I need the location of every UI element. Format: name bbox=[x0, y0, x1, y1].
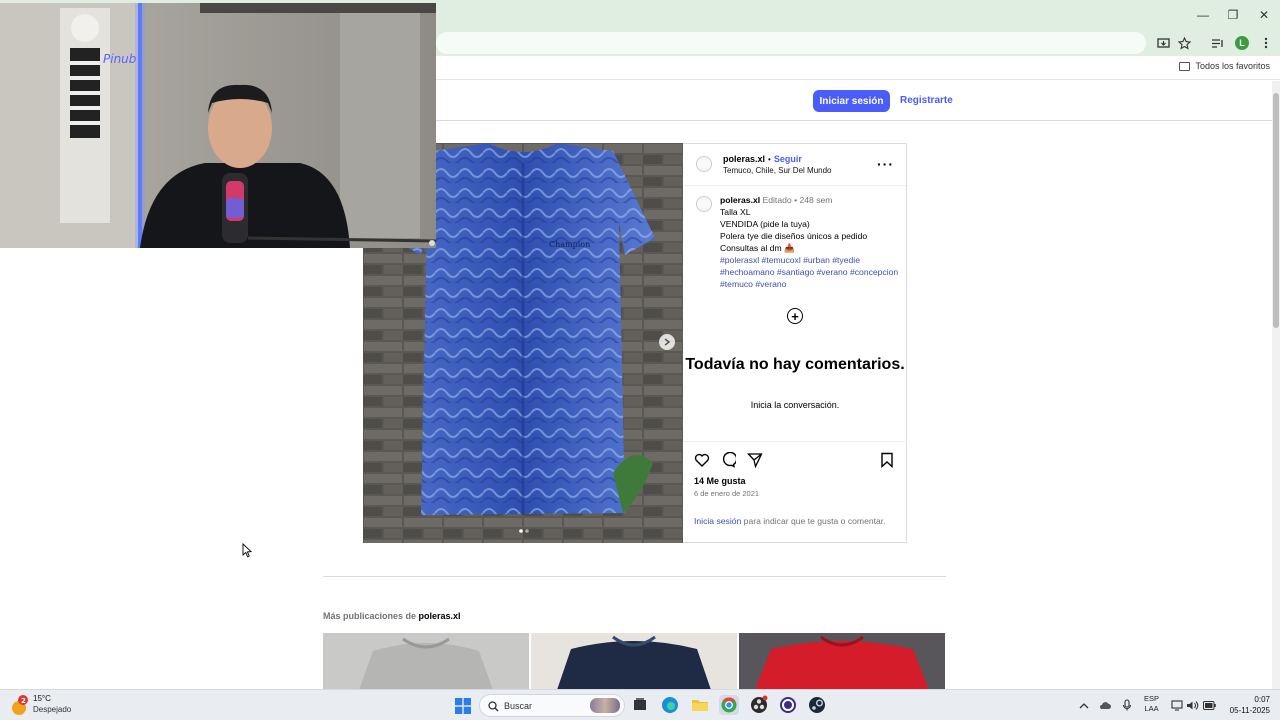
post-age: 248 sem bbox=[799, 195, 833, 205]
microphone-icon[interactable] bbox=[1122, 699, 1132, 711]
screen: — ❐ ✕ L Todos los favoritos Iniciar sesi… bbox=[0, 0, 1280, 720]
language-indicator[interactable]: ESP LAA bbox=[1144, 694, 1159, 714]
register-link[interactable]: Registrarte bbox=[900, 95, 953, 106]
edge-browser-icon[interactable] bbox=[660, 695, 680, 715]
neon-sign-text: Pinub bbox=[103, 52, 137, 66]
post-thumbnail[interactable] bbox=[323, 633, 529, 690]
weather-condition: Despejado bbox=[33, 705, 72, 714]
no-comments-heading: Todavía no hay comentarios. bbox=[685, 356, 905, 373]
share-icon[interactable] bbox=[747, 452, 763, 468]
browser-menu-icon[interactable] bbox=[1258, 35, 1274, 51]
taskbar: 2 15°C Despejado Buscar ESP LAA 0:07 05-… bbox=[0, 689, 1280, 720]
volume-icon[interactable] bbox=[1186, 700, 1199, 711]
more-posts-username[interactable]: poleras.xl bbox=[419, 611, 461, 621]
steam-icon[interactable] bbox=[807, 695, 827, 715]
clock-time: 0:07 bbox=[1254, 695, 1270, 704]
user-avatar[interactable] bbox=[696, 156, 712, 172]
shirt-logo-text: Champion bbox=[549, 240, 590, 249]
caption-hashtags[interactable]: #polerasxl #temucoxl #urban #tyedie #hec… bbox=[720, 254, 900, 290]
chevron-up-icon[interactable] bbox=[1079, 701, 1089, 711]
login-button[interactable]: Iniciar sesión bbox=[813, 90, 890, 112]
separator-dot: • bbox=[768, 155, 771, 164]
language-top: ESP bbox=[1144, 694, 1160, 703]
obs-studio-icon[interactable] bbox=[749, 695, 769, 715]
weather-sun-icon: 2 bbox=[12, 695, 28, 715]
clock-date: 05-11-2025 bbox=[1229, 706, 1270, 715]
scrollbar-thumb[interactable] bbox=[1273, 93, 1279, 328]
login-hint-link[interactable]: Inicia sesión bbox=[694, 516, 741, 526]
post-actions: 14 Me gusta 6 de enero de 2021 Inicia se… bbox=[683, 441, 907, 544]
weather-badge: 2 bbox=[21, 697, 26, 705]
caption-line: Talla XL bbox=[720, 207, 751, 217]
search-highlight-image bbox=[590, 698, 620, 713]
onedrive-cloud-icon[interactable] bbox=[1099, 700, 1111, 712]
start-conversation-text: Inicia la conversación. bbox=[750, 400, 840, 410]
start-windows-icon[interactable] bbox=[455, 698, 471, 714]
all-bookmarks-button[interactable]: Todos los favoritos bbox=[1179, 61, 1270, 71]
weather-temperature: 15°C bbox=[33, 694, 51, 703]
webcam-overlay: Pinub bbox=[0, 3, 436, 248]
caption-line: Consultas al dm 📥 bbox=[720, 243, 795, 253]
add-circle-icon: + bbox=[787, 308, 803, 324]
more-options-icon[interactable]: ··· bbox=[877, 156, 894, 172]
search-icon bbox=[488, 701, 499, 712]
post-caption: poleras.xl Editado • 248 sem Talla XL VE… bbox=[720, 194, 900, 290]
post-date: 6 de enero de 2021 bbox=[694, 489, 760, 498]
app-circle-icon[interactable] bbox=[778, 695, 798, 715]
save-bookmark-icon[interactable] bbox=[879, 452, 895, 468]
post-thumbnail[interactable] bbox=[739, 633, 945, 690]
post-thumbnail[interactable] bbox=[531, 633, 737, 690]
like-heart-icon[interactable] bbox=[694, 452, 710, 468]
network-icon[interactable] bbox=[1171, 700, 1183, 711]
weather-widget[interactable]: 2 15°C Despejado bbox=[0, 690, 90, 720]
caption-username[interactable]: poleras.xl bbox=[720, 195, 760, 205]
mouse-cursor-icon bbox=[242, 543, 252, 558]
caption-line: Polera tye die diseños únicos a pedido bbox=[720, 231, 868, 241]
more-posts-prefix: Más publicaciones de bbox=[323, 611, 419, 621]
all-bookmarks-label: Todos los favoritos bbox=[1195, 61, 1270, 71]
install-app-icon[interactable] bbox=[1155, 35, 1171, 51]
address-bar[interactable] bbox=[436, 32, 1146, 54]
page-scrollbar[interactable] bbox=[1272, 81, 1280, 689]
caption-line: VENDIDA (pide la tuya) bbox=[720, 219, 810, 229]
task-view-icon[interactable] bbox=[630, 695, 650, 715]
chrome-browser-icon[interactable] bbox=[719, 695, 739, 715]
follow-button[interactable]: Seguir bbox=[774, 154, 802, 164]
login-hint: Inicia sesión para indicar que te gusta … bbox=[694, 515, 894, 527]
edited-label: Editado bbox=[762, 195, 792, 205]
section-divider bbox=[323, 576, 946, 577]
post-header: poleras.xl • Seguir Temuco, Chile, Sur D… bbox=[683, 144, 906, 186]
battery-icon[interactable] bbox=[1203, 701, 1216, 710]
search-label: Buscar bbox=[504, 701, 533, 711]
system-clock[interactable]: 0:07 05-11-2025 bbox=[1230, 694, 1270, 716]
chevron-right-icon bbox=[664, 338, 670, 346]
post-username[interactable]: poleras.xl bbox=[723, 154, 765, 164]
post-sidebar: poleras.xl • Seguir Temuco, Chile, Sur D… bbox=[683, 143, 907, 543]
streamer-webcam-video: Pinub bbox=[0, 3, 436, 248]
close-button[interactable]: ✕ bbox=[1249, 0, 1279, 30]
file-explorer-icon[interactable] bbox=[690, 695, 710, 715]
more-posts-heading: Más publicaciones de poleras.xl bbox=[323, 611, 461, 621]
caption-dot: • bbox=[794, 195, 798, 205]
login-hint-text: para indicar que te gusta o comentar. bbox=[741, 516, 886, 526]
minimize-button[interactable]: — bbox=[1188, 0, 1218, 30]
language-bottom: LAA bbox=[1144, 704, 1159, 713]
caption-avatar[interactable] bbox=[696, 196, 712, 212]
post-location[interactable]: Temuco, Chile, Sur Del Mundo bbox=[723, 166, 832, 175]
maximize-button[interactable]: ❐ bbox=[1218, 0, 1248, 30]
folder-icon bbox=[1179, 61, 1191, 71]
profile-avatar[interactable]: L bbox=[1235, 36, 1249, 50]
taskbar-search[interactable]: Buscar bbox=[479, 694, 625, 717]
reading-list-icon[interactable] bbox=[1209, 35, 1225, 51]
likes-count[interactable]: 14 Me gusta bbox=[694, 476, 746, 486]
bookmark-star-icon[interactable] bbox=[1176, 35, 1192, 51]
next-image-button[interactable] bbox=[659, 334, 675, 350]
comment-icon[interactable] bbox=[720, 452, 736, 468]
